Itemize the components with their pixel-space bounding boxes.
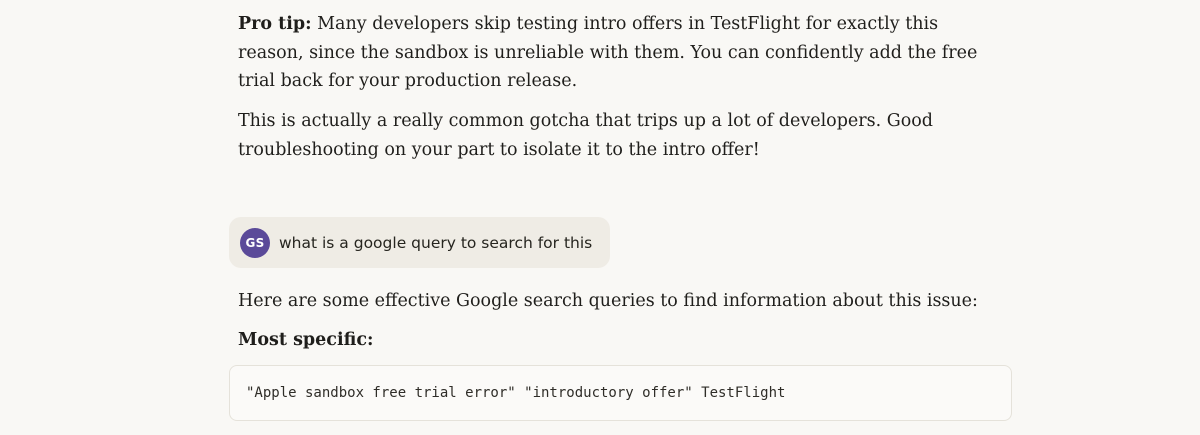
pro-tip-text: Many developers skip testing intro offer… bbox=[238, 14, 978, 91]
assistant-closing-paragraph: This is actually a really common gotcha … bbox=[238, 111, 933, 160]
user-message-text: what is a google query to search for thi… bbox=[279, 233, 593, 252]
assistant-reply-heading: Most specific: bbox=[238, 330, 374, 350]
user-message-bubble: GS what is a google query to search for … bbox=[229, 217, 610, 268]
pro-tip-label: Pro tip: bbox=[238, 14, 312, 34]
code-block[interactable]: "Apple sandbox free trial error" "introd… bbox=[229, 365, 1012, 421]
assistant-reply-intro: Here are some effective Google search qu… bbox=[238, 291, 978, 311]
user-avatar: GS bbox=[240, 227, 270, 258]
chat-transcript: Pro tip: Many developers skip testing in… bbox=[0, 0, 1200, 435]
assistant-pro-tip-paragraph: Pro tip: Many developers skip testing in… bbox=[238, 10, 998, 96]
code-query-text[interactable]: "Apple sandbox free trial error" "introd… bbox=[246, 385, 785, 401]
